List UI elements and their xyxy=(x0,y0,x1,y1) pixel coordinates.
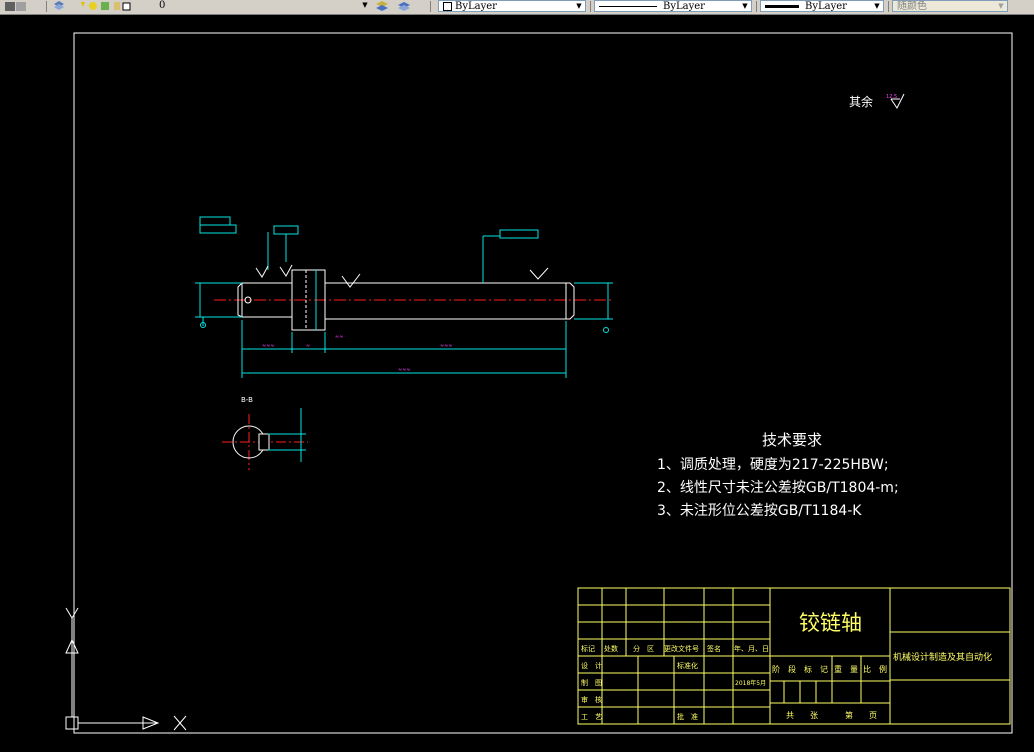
svg-text:≈≈≈: ≈≈≈ xyxy=(398,367,411,373)
roughness-marks xyxy=(255,264,549,288)
keyway-cut xyxy=(258,433,270,451)
tolerance-frame xyxy=(273,225,299,235)
rev-header-2: 处数 xyxy=(604,644,618,653)
tech-req-item-2: 2、线性尺寸未注公差按GB/T1804-m; xyxy=(657,480,899,496)
label-sheets-total: 共 张 xyxy=(786,711,818,720)
tolerance-frame xyxy=(199,224,237,234)
plotstyle-value: 随颜色 xyxy=(897,1,927,12)
toolbar-separator xyxy=(46,1,47,12)
surface-note: 其余 xyxy=(849,94,873,109)
rev-header-1: 标记 xyxy=(581,644,595,653)
layer-combo[interactable]: 0 ▼ xyxy=(155,0,371,12)
chevron-down-icon[interactable]: ▼ xyxy=(740,1,750,11)
datum-symbol xyxy=(603,327,609,333)
make-current-layer-icon[interactable] xyxy=(375,0,389,13)
section-label: B-B xyxy=(241,396,253,404)
section-view: B-B xyxy=(222,396,308,470)
rev-header-5: 签名 xyxy=(707,644,721,653)
toolbar-separator xyxy=(756,1,757,12)
part-name: 铰链轴 xyxy=(799,611,862,635)
rev-header-6: 年、月、日 xyxy=(734,644,769,653)
tech-req-item-3: 3、未注形位公差按GB/T1184-K xyxy=(657,503,862,519)
label-weight: 重 量 xyxy=(834,664,858,674)
toolbar-separator xyxy=(430,1,431,12)
rev-header-3: 分 区 xyxy=(633,644,654,653)
rev-header-4: 更改文件号 xyxy=(664,644,699,653)
roughness-symbol: 12.5 xyxy=(886,93,905,109)
label-process: 工 艺 xyxy=(581,713,602,721)
toolbar-separator xyxy=(888,1,889,12)
shaft-chamfer-right xyxy=(566,282,575,320)
layer-state-icon[interactable] xyxy=(52,0,66,13)
properties-toolbar: 0 ▼ ByLayer ▼ ByLayer ▼ ByLayer ▼ 随颜色 ▼ xyxy=(0,0,1034,15)
linetype-preview xyxy=(599,6,657,7)
lineweight-combo[interactable]: ByLayer ▼ xyxy=(760,0,884,12)
label-scale: 比 例 xyxy=(863,664,887,674)
tolerance-frame xyxy=(499,229,539,239)
lock-icon xyxy=(101,2,109,10)
lineweight-preview xyxy=(765,5,799,8)
dimensions xyxy=(195,216,613,378)
tech-req-title: 技术要求 xyxy=(762,431,822,449)
svg-text:≈≈≈: ≈≈≈ xyxy=(262,343,275,349)
drawing-canvas[interactable]: 其余 12.5 ≈≈≈ ≈ ≈≈ ≈≈≈ ≈≈≈ B-B 技术要求 1、调质处理… xyxy=(0,15,1034,748)
chevron-down-icon[interactable]: ▼ xyxy=(360,0,370,10)
company-name: 机械设计制造及其自动化 xyxy=(893,651,992,663)
label-design: 设 计 xyxy=(581,661,602,670)
toolbar-separator xyxy=(590,1,591,12)
chevron-down-icon[interactable]: ▼ xyxy=(996,1,1006,11)
sun-icon xyxy=(89,2,97,10)
svg-text:≈: ≈ xyxy=(306,343,310,349)
color-value: ByLayer xyxy=(455,1,497,12)
dim-values: ≈≈≈ ≈ ≈≈ ≈≈≈ ≈≈≈ xyxy=(262,334,453,373)
chevron-down-icon[interactable]: ▼ xyxy=(574,1,584,11)
label-review: 审 核 xyxy=(581,695,602,704)
linetype-combo[interactable]: ByLayer ▼ xyxy=(594,0,752,12)
label-sheet-no: 第 页 xyxy=(845,710,877,720)
chevron-down-icon[interactable]: ▼ xyxy=(872,1,882,11)
layer-value: 0 xyxy=(159,0,166,11)
svg-text:≈≈≈: ≈≈≈ xyxy=(440,343,453,349)
tolerance-frame xyxy=(199,216,231,226)
color-combo[interactable]: ByLayer ▼ xyxy=(438,0,586,12)
color-swatch-icon xyxy=(443,2,452,11)
shaft-segment-right xyxy=(324,282,567,320)
ucs-icon xyxy=(65,607,187,731)
plotstyle-combo[interactable]: 随颜色 ▼ xyxy=(892,0,1008,12)
svg-text:≈≈: ≈≈ xyxy=(335,334,343,340)
shaft-main-view xyxy=(214,269,613,331)
label-approve: 批 准 xyxy=(677,712,698,721)
label-drawing: 制 图 xyxy=(581,678,602,687)
label-stage: 阶 段 标 记 xyxy=(772,664,828,674)
layer-previous-icon[interactable] xyxy=(397,0,411,13)
printer-icon xyxy=(114,2,120,10)
color-swatch-icon xyxy=(122,2,131,11)
label-standardize: 标准化 xyxy=(677,661,698,670)
layer-manager-icon[interactable] xyxy=(2,0,28,13)
tech-req-item-1: 1、调质处理，硬度为217-225HBW; xyxy=(657,457,889,473)
drawing-date: 2018年5月 xyxy=(735,679,766,687)
title-block-text: 铰链轴 机械设计制造及其自动化 标记 处数 分 区 更改文件号 签名 年、月、日… xyxy=(581,611,992,721)
layer-status-icons[interactable] xyxy=(78,0,138,13)
drawing-frame xyxy=(73,32,1013,734)
bulb-icon xyxy=(81,2,85,7)
linetype-value: ByLayer xyxy=(663,1,705,12)
drawing-svg: 其余 12.5 ≈≈≈ ≈ ≈≈ ≈≈≈ ≈≈≈ B-B 技术要求 1、调质处理… xyxy=(65,32,1013,734)
lineweight-value: ByLayer xyxy=(805,1,847,12)
